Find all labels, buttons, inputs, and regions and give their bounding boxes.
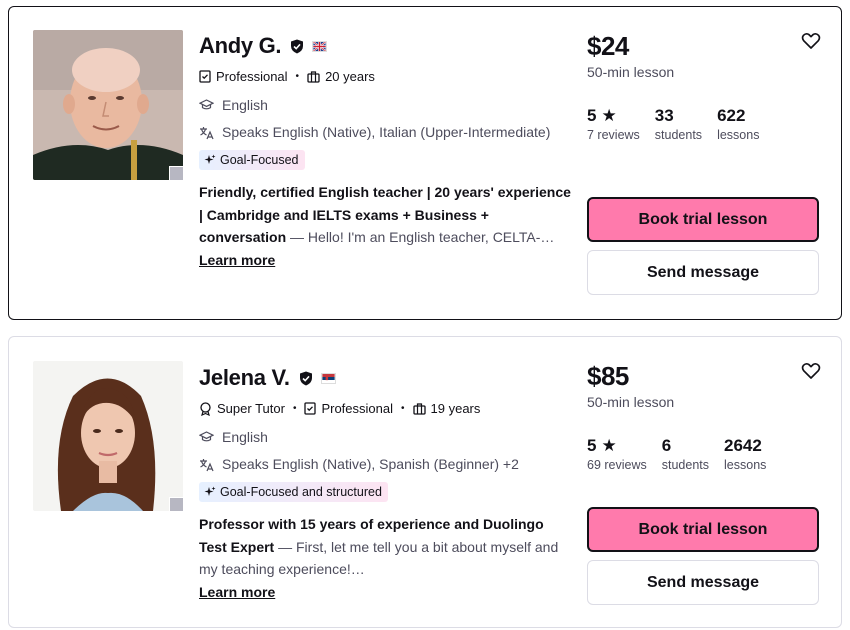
meta-super-tutor: Super Tutor xyxy=(199,401,285,416)
tutor-photo-image xyxy=(33,30,183,180)
heart-icon[interactable] xyxy=(801,361,821,381)
serbia-flag-icon xyxy=(320,372,336,384)
lessons-label: lessons xyxy=(724,458,767,472)
star-icon: ★ xyxy=(601,106,617,125)
tutor-card[interactable]: Andy G. Professional • 20 years English … xyxy=(8,6,842,320)
sparkle-icon xyxy=(204,154,216,164)
students-count: 6 xyxy=(661,436,672,455)
tutor-name[interactable]: Jelena V. xyxy=(199,365,290,391)
subject-line: English xyxy=(199,426,579,449)
tutor-description: Friendly, certified English teacher | 20… xyxy=(199,181,574,249)
learn-more-link[interactable]: Learn more xyxy=(199,252,275,268)
translate-icon xyxy=(200,127,214,140)
subject-line: English xyxy=(199,94,579,117)
briefcase-icon xyxy=(412,402,426,415)
meta-experience: 20 years xyxy=(307,69,375,84)
meta-professional: Professional xyxy=(199,69,288,84)
lessons-count: 2642 xyxy=(724,436,762,455)
tutor-description: Professor with 15 years of experience an… xyxy=(199,513,574,581)
status-indicator xyxy=(169,166,184,181)
tutor-photo[interactable] xyxy=(33,361,183,511)
certificate-icon xyxy=(304,402,317,415)
goal-tag: Goal-Focused xyxy=(199,150,305,170)
learn-more-link[interactable]: Learn more xyxy=(199,584,275,600)
star-icon: ★ xyxy=(601,436,617,455)
send-message-button[interactable]: Send message xyxy=(587,560,819,605)
lessons-count: 622 xyxy=(717,106,746,125)
reviews-count: 69 reviews xyxy=(587,458,647,472)
speaks-line: Speaks English (Native), Italian (Upper-… xyxy=(199,121,579,144)
briefcase-icon xyxy=(307,70,320,83)
rating-stat: 5 ★ 7 reviews xyxy=(587,106,640,142)
book-trial-button[interactable]: Book trial lesson xyxy=(587,197,819,242)
speaks-line: Speaks English (Native), Spanish (Beginn… xyxy=(199,453,579,476)
status-indicator xyxy=(169,497,184,512)
graduation-cap-icon xyxy=(199,99,214,110)
book-trial-button[interactable]: Book trial lesson xyxy=(587,507,819,552)
sparkle-icon xyxy=(204,486,216,496)
meta-separator: • xyxy=(401,403,405,414)
rating-value: 5 xyxy=(587,436,597,455)
students-label: students xyxy=(654,128,703,142)
meta-separator: • xyxy=(295,71,300,82)
send-message-button[interactable]: Send message xyxy=(587,250,819,295)
translate-icon xyxy=(200,459,214,472)
uk-flag-icon xyxy=(312,40,328,52)
goal-tag: Goal-Focused and structured xyxy=(199,482,388,502)
lesson-duration: 50-min lesson xyxy=(587,64,675,80)
students-stat: 33 students xyxy=(655,106,702,142)
tutor-photo[interactable] xyxy=(33,30,183,180)
meta-experience: 19 years xyxy=(412,401,480,416)
certificate-icon xyxy=(199,70,211,83)
meta-professional: Professional xyxy=(304,401,393,416)
students-label: students xyxy=(661,458,710,472)
shield-check-icon xyxy=(299,371,312,385)
students-count: 33 xyxy=(654,106,674,125)
reviews-count: 7 reviews xyxy=(587,128,640,142)
tutor-intro: — Hello! I'm an English teacher, CELTA-… xyxy=(286,229,555,245)
lesson-duration: 50-min lesson xyxy=(587,394,675,410)
lessons-stat: 622 lessons xyxy=(717,106,759,142)
tutor-photo-image xyxy=(33,361,183,511)
rating-value: 5 xyxy=(587,106,597,125)
lesson-price: $24 xyxy=(587,31,629,61)
award-icon xyxy=(200,401,211,416)
lesson-price: $85 xyxy=(587,361,629,391)
lessons-stat: 2642 lessons xyxy=(724,436,766,472)
tutor-name[interactable]: Andy G. xyxy=(199,33,282,59)
graduation-cap-icon xyxy=(199,431,214,442)
shield-check-icon xyxy=(291,39,304,53)
heart-icon[interactable] xyxy=(801,31,821,51)
meta-separator: • xyxy=(292,403,297,414)
tutor-card[interactable]: Jelena V. Super Tutor • Professional • 1… xyxy=(8,336,842,628)
students-stat: 6 students xyxy=(662,436,709,472)
lessons-label: lessons xyxy=(717,128,760,142)
rating-stat: 5 ★ 69 reviews xyxy=(587,436,647,472)
